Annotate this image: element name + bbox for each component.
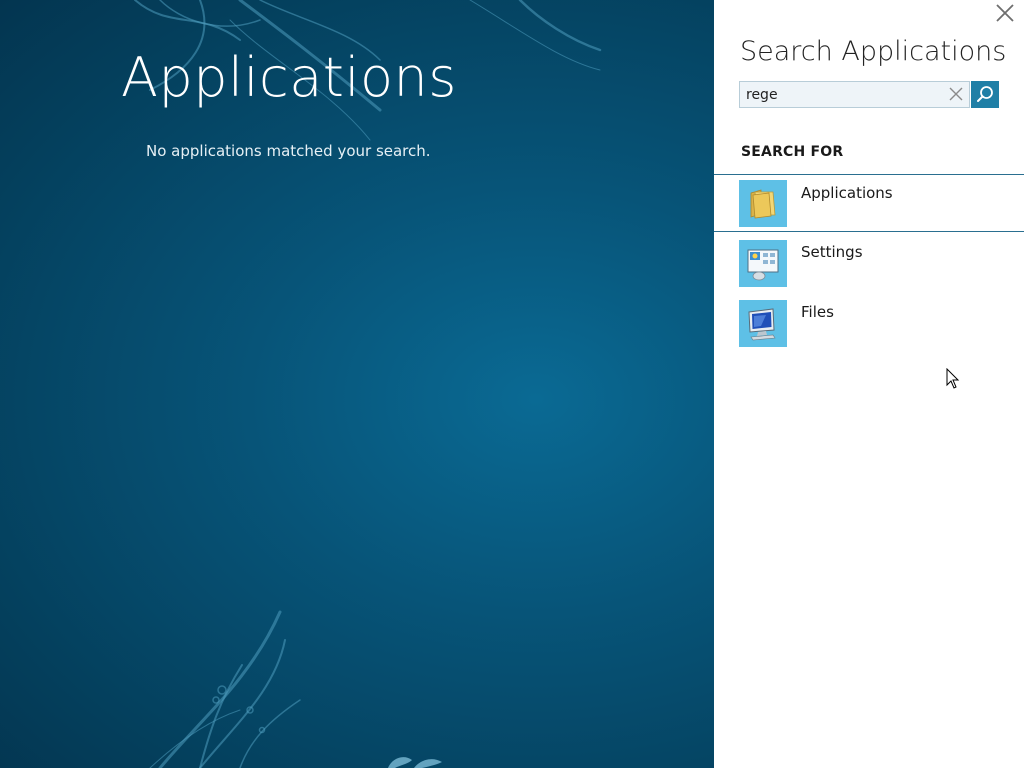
folder-icon [739,180,787,227]
close-icon[interactable] [994,2,1016,26]
search-pane-title: Search Applications [740,36,1007,67]
page-title: Applications [121,46,457,109]
clear-search-icon[interactable] [947,85,965,103]
search-pane: Search Applications SEARCH FOR Applicati… [714,0,1024,768]
search-for-heading: SEARCH FOR [741,144,844,160]
scope-label: Files [801,303,834,321]
scope-item-files[interactable]: Files [714,294,1024,352]
scope-item-applications[interactable]: Applications [714,174,1024,232]
search-button[interactable] [971,81,999,108]
background-swirls [134,0,602,768]
scope-label: Settings [801,243,863,261]
search-icon [977,86,993,102]
scope-item-settings[interactable]: Settings [714,234,1024,292]
start-screen-background: Applications No applications matched you… [0,0,714,768]
scope-label: Applications [801,184,893,202]
control-panel-icon [739,240,787,287]
no-results-message: No applications matched your search. [146,142,431,160]
search-input[interactable] [740,82,940,107]
mouse-cursor-icon [946,368,960,389]
computer-icon [739,300,787,347]
search-box [739,81,970,108]
